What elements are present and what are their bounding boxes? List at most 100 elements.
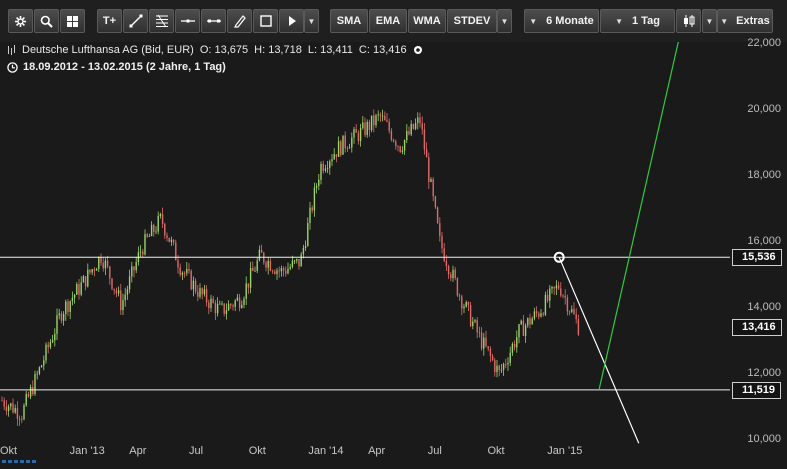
layout-button[interactable] [60, 9, 85, 33]
candle-body [300, 254, 302, 267]
fibonacci-tool-button[interactable] [149, 9, 174, 33]
wma-button[interactable]: WMA [408, 9, 446, 33]
candle-body [221, 303, 223, 305]
candle-body [540, 313, 542, 317]
extras-label: Extras [736, 15, 770, 27]
trendline-icon [129, 14, 142, 28]
candle-body [214, 302, 217, 314]
date-range-header: 18.09.2012 - 13.02.2015 (2 Jahre, 1 Tag) [7, 61, 226, 73]
instrument-name: Deutsche Lufthansa AG (Bid, EUR) [22, 44, 194, 56]
candle-body [516, 337, 518, 348]
high-value: H: 13,718 [254, 44, 302, 56]
tools-dropdown-button[interactable]: ▼ [304, 9, 319, 33]
candle-body [384, 115, 386, 121]
pen-tool-button[interactable] [227, 9, 252, 33]
candle-body [513, 343, 516, 348]
text-tool-button[interactable]: T+ [97, 9, 122, 33]
text-tool-label: T+ [102, 15, 117, 27]
candle-body [76, 284, 78, 295]
date-range-label: 18.09.2012 - 13.02.2015 (2 Jahre, 1 Tag) [23, 61, 226, 73]
candle-body [544, 294, 547, 315]
candle-body [122, 300, 124, 311]
line-tool-button[interactable] [123, 9, 148, 33]
stdev-label: STDEV [453, 15, 491, 27]
low-value: L: 13,411 [307, 44, 353, 56]
candle-body [60, 313, 63, 321]
candle-body [3, 400, 5, 407]
candle-body [89, 269, 91, 273]
chevron-down-icon: ▼ [529, 16, 538, 26]
candle-body [549, 288, 551, 301]
candle-body [423, 129, 426, 150]
chart-type-button[interactable] [676, 9, 701, 33]
candle-body [386, 120, 388, 122]
candle-body [553, 286, 555, 289]
last-price-tag: 13,416 [732, 319, 782, 337]
candle-body [496, 365, 498, 372]
candle-body [546, 294, 549, 301]
rectangle-tool-button[interactable] [253, 9, 278, 33]
stdev-button[interactable]: STDEV [447, 9, 497, 33]
candle-body [260, 249, 263, 253]
candle-body [181, 272, 184, 275]
candle-body [414, 123, 417, 129]
candle-body [271, 270, 274, 272]
candle-body [201, 288, 203, 295]
zoom-button[interactable] [34, 9, 59, 33]
price-chart[interactable] [0, 42, 787, 469]
y-tick-label: 14,000 [747, 301, 781, 313]
candle-body [252, 267, 254, 271]
ema-button[interactable]: EMA [369, 9, 407, 33]
candle-body [82, 276, 85, 283]
candle-body [450, 274, 452, 279]
candle-body [351, 137, 353, 148]
candle-body [91, 269, 93, 273]
candle-body [179, 267, 181, 275]
candle-body [357, 132, 360, 142]
candle-body [194, 280, 197, 292]
indicators-dropdown-button[interactable]: ▼ [497, 9, 512, 33]
candle-body [318, 179, 320, 186]
chart-type-dropdown-button[interactable]: ▼ [702, 9, 717, 33]
candle-body [298, 258, 300, 267]
candle-body [71, 297, 74, 302]
settings-button[interactable] [8, 9, 33, 33]
candle-body [472, 321, 474, 327]
interval-dropdown[interactable]: ▼ 1 Tag [600, 9, 675, 33]
candle-body [62, 313, 65, 321]
candle-body [142, 251, 144, 255]
x-tick-label: Jan '15 [547, 445, 583, 457]
candle-body [254, 270, 256, 272]
candle-body [43, 360, 45, 366]
candle-body [489, 348, 492, 356]
candle-body [564, 295, 566, 298]
candle-body [557, 285, 560, 289]
settings-circle-icon[interactable] [413, 45, 423, 55]
ray-tool-button[interactable] [201, 9, 226, 33]
candle-body [502, 363, 505, 370]
interval-label: 1 Tag [632, 15, 660, 27]
candle-body [120, 290, 122, 311]
rectangle-icon [259, 15, 272, 27]
horizontal-line-tool-button[interactable] [175, 9, 200, 33]
search-icon [40, 15, 53, 28]
candle-body [487, 346, 489, 349]
candle-body [401, 150, 404, 152]
candle-body [304, 246, 307, 248]
candle-body [45, 344, 47, 361]
chevron-down-icon: ▼ [705, 16, 714, 26]
shape-tool-button[interactable] [279, 9, 304, 33]
period-dropdown[interactable]: ▼ 6 Monate [524, 9, 599, 33]
candle-body [434, 196, 437, 208]
sma-button[interactable]: SMA [330, 9, 368, 33]
x-tick-label: Apr [129, 445, 147, 457]
extras-dropdown[interactable]: ▼ Extras [717, 9, 773, 33]
candle-body [58, 313, 60, 316]
candle-body [274, 271, 276, 274]
candle-body [291, 260, 294, 267]
x-tick-label: Okt [248, 445, 266, 457]
close-value: C: 13,416 [358, 44, 407, 56]
candle-body [155, 231, 157, 233]
candle-body [309, 207, 311, 224]
y-tick-label: 16,000 [747, 235, 781, 247]
